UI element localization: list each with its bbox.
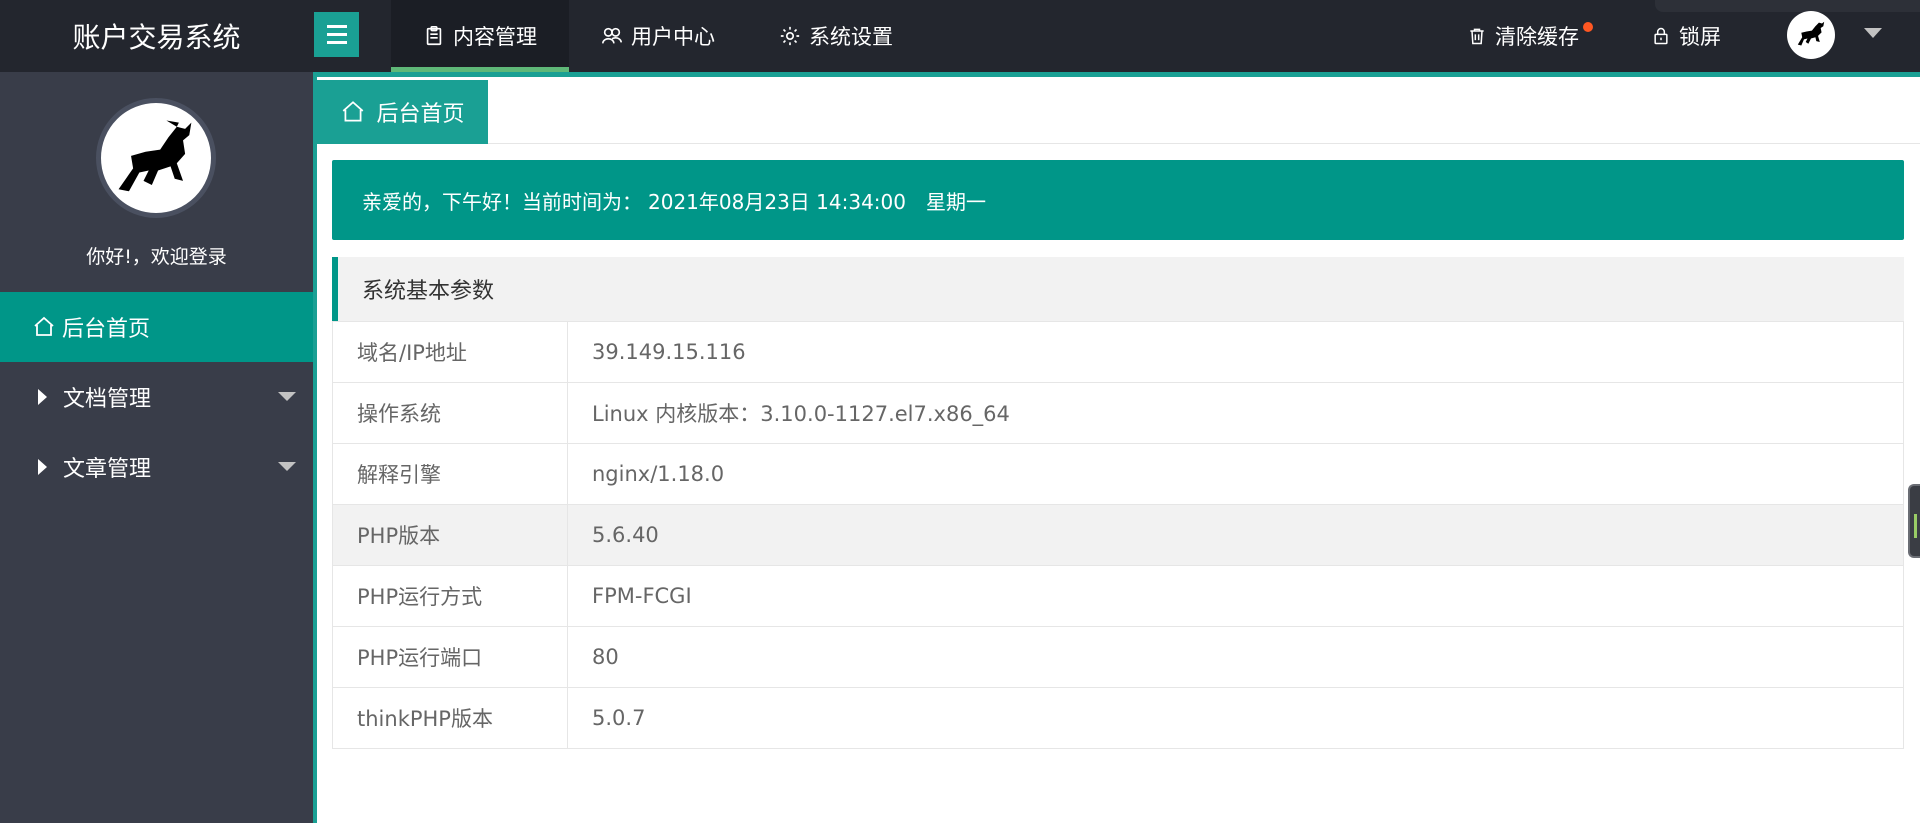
tab-label: 后台首页 (376, 102, 465, 127)
tab-dashboard[interactable]: 后台首页 (317, 80, 488, 144)
topnav-label: 系统设置 (809, 25, 893, 49)
clear-cache-label: 清除缓存 (1495, 25, 1579, 49)
table-key: PHP版本 (332, 504, 568, 566)
table-row: PHP运行方式 FPM-FCGI (332, 565, 1904, 627)
topnav-label: 用户中心 (631, 25, 715, 49)
clipboard-icon (426, 26, 442, 46)
caret-right-icon (38, 389, 47, 405)
table-key: PHP运行方式 (332, 565, 568, 627)
sidebar-item-documents[interactable]: 文档管理 (0, 362, 313, 432)
section-title: 系统基本参数 (332, 257, 1904, 321)
sidebar: 你好!，欢迎登录 后台首页 文档管理 文章管理 (0, 72, 313, 823)
table-row: 域名/IP地址 39.149.15.116 (332, 321, 1904, 383)
user-avatar[interactable] (1787, 11, 1835, 59)
greeting-prefix: 亲爱的，下午好！当前时间为： (362, 189, 642, 214)
lock-screen-button[interactable]: 锁屏 (1651, 0, 1721, 72)
menu-toggle-button[interactable] (314, 12, 359, 57)
side-panel-handle[interactable] (1908, 484, 1920, 558)
trash-icon (1470, 28, 1484, 45)
table-key: thinkPHP版本 (332, 687, 568, 749)
table-key: PHP运行端口 (332, 626, 568, 688)
welcome-text: 你好!，欢迎登录 (86, 246, 227, 268)
system-info-table: 域名/IP地址 39.149.15.116 操作系统 Linux 内核版本：3.… (332, 321, 1904, 749)
hamburger-icon-bar (326, 33, 347, 36)
lock-icon (1654, 27, 1668, 45)
table-row: PHP版本 5.6.40 (332, 504, 1904, 566)
table-row: thinkPHP版本 5.0.7 (332, 687, 1904, 749)
topnav-content-management[interactable]: 内容管理 (391, 0, 569, 72)
clear-cache-button[interactable]: 清除缓存 (1467, 0, 1593, 72)
table-row: PHP运行端口 80 (332, 626, 1904, 688)
table-row: 操作系统 Linux 内核版本：3.10.0-1127.el7.x86_64 (332, 382, 1904, 444)
sidebar-item-label: 文档管理 (63, 387, 152, 412)
table-value: 39.149.15.116 (567, 321, 1904, 383)
chevron-down-icon (278, 462, 296, 471)
table-row: 解释引擎 nginx/1.18.0 (332, 443, 1904, 505)
sidebar-accent-edge (313, 72, 317, 823)
gear-icon (780, 26, 800, 46)
users-icon (602, 27, 622, 44)
horse-icon (118, 120, 192, 192)
topnav-system-settings[interactable]: 系统设置 (747, 0, 925, 72)
sidebar-item-dashboard[interactable]: 后台首页 (0, 292, 313, 362)
hamburger-icon-bar (326, 25, 347, 28)
table-value: 5.0.7 (567, 687, 1904, 749)
profile-avatar (96, 98, 216, 218)
app-title: 账户交易系统 (72, 21, 241, 54)
table-key: 域名/IP地址 (332, 321, 568, 383)
table-value: FPM-FCGI (567, 565, 1904, 627)
hamburger-icon-bar (326, 41, 347, 44)
topnav-label: 内容管理 (453, 25, 537, 49)
horse-icon (1797, 21, 1825, 46)
lock-label: 锁屏 (1679, 25, 1721, 49)
top-header: 账户交易系统 内容管理 用户中心 系统设置 清除缓存 锁屏 (0, 0, 1920, 72)
table-value: Linux 内核版本：3.10.0-1127.el7.x86_64 (567, 382, 1904, 444)
top-nav: 内容管理 用户中心 系统设置 (391, 0, 925, 72)
greeting-banner: 亲爱的，下午好！当前时间为： 2021年08月23日 14:34:00 星期一 (332, 160, 1904, 240)
table-value: 5.6.40 (567, 504, 1904, 566)
table-value: nginx/1.18.0 (567, 443, 1904, 505)
sidebar-item-articles[interactable]: 文章管理 (0, 432, 313, 502)
table-value: 80 (567, 626, 1904, 688)
caret-right-icon (38, 459, 47, 475)
tab-bar: 后台首页 (317, 77, 1920, 144)
home-icon (343, 101, 364, 122)
sidebar-item-label: 文章管理 (63, 457, 152, 482)
greeting-weekday: 星期一 (925, 189, 986, 214)
greeting-datetime: 2021年08月23日 14:34:00 (648, 189, 906, 214)
sidebar-nav: 后台首页 文档管理 文章管理 (0, 292, 313, 502)
table-key: 解释引擎 (332, 443, 568, 505)
chevron-down-icon (278, 392, 296, 401)
home-icon (34, 316, 54, 336)
user-menu-caret-icon[interactable] (1864, 28, 1882, 38)
topnav-user-center[interactable]: 用户中心 (569, 0, 747, 72)
notification-dot (1583, 22, 1593, 32)
table-key: 操作系统 (332, 382, 568, 444)
sidebar-item-label: 后台首页 (62, 317, 151, 342)
